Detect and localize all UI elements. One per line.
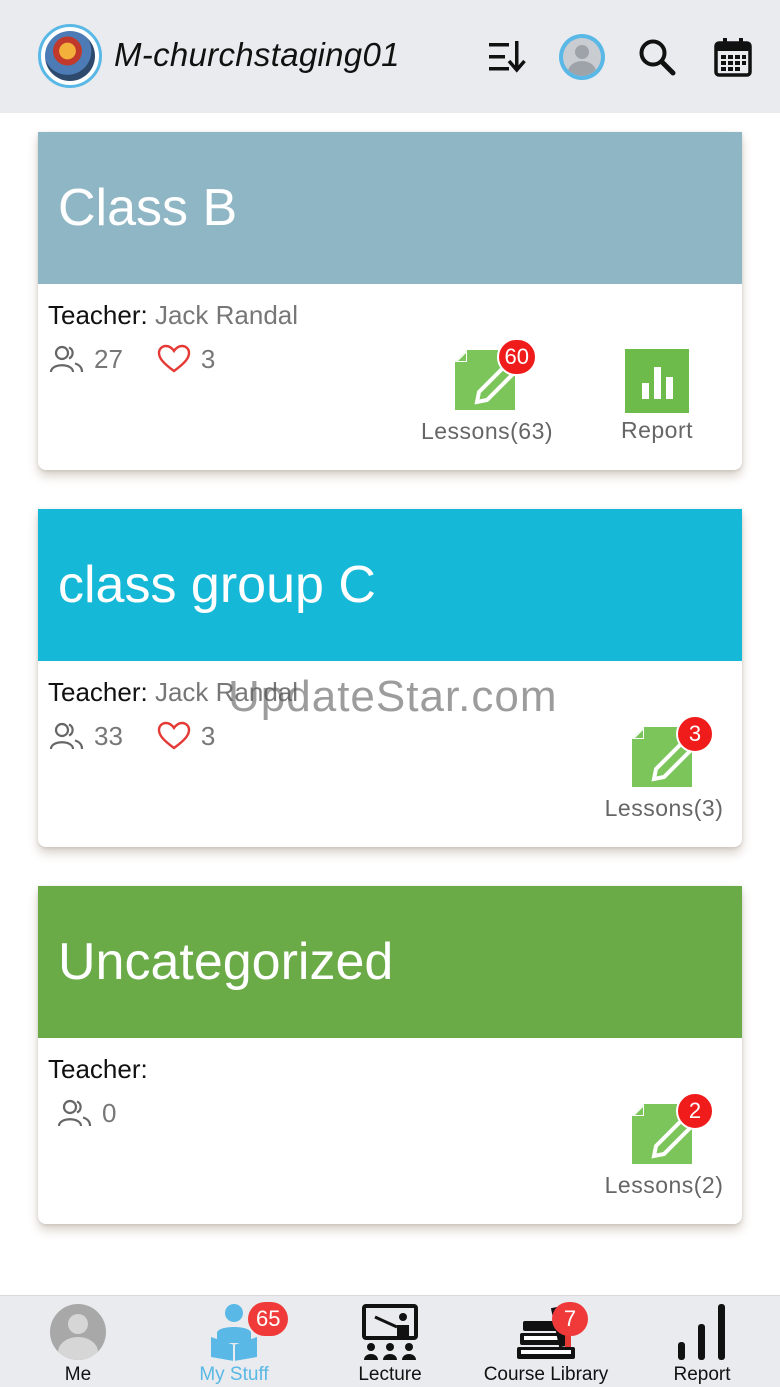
nav-item-my-stuff[interactable]: 65 My Stuff [156, 1296, 312, 1387]
bar-chart-icon [678, 1304, 725, 1360]
nav-icon-wrap: 65 [202, 1302, 289, 1362]
teacher-name: Jack Randal [154, 677, 299, 707]
members-icon [50, 344, 84, 374]
nav-badge: 65 [248, 1302, 289, 1336]
nav-label: Me [64, 1364, 92, 1385]
class-card-uncategorized[interactable]: Uncategorized Teacher: 0 2 Lessons(2) [38, 886, 742, 1224]
teacher-line: Teacher: Jack Randal [48, 677, 298, 708]
lessons-button[interactable]: 2 Lessons(2) [594, 1092, 734, 1199]
report-label: Report [620, 417, 694, 443]
lessons-label: Lessons(2) [604, 1172, 724, 1198]
nav-item-report[interactable]: Report [624, 1296, 780, 1387]
nav-icon-wrap: 7 [514, 1302, 588, 1362]
church-logo[interactable] [38, 24, 102, 88]
members-count: 0 [102, 1097, 117, 1128]
card-title: Class B [38, 132, 742, 284]
lessons-badge: 60 [496, 338, 537, 376]
top-header: M-churchstaging01 [0, 0, 780, 113]
class-card-class-b[interactable]: Class B Teacher: Jack Randal 27 3 60 Les… [38, 132, 742, 470]
nav-icon-wrap [670, 1302, 734, 1362]
avatar-face [563, 38, 601, 76]
lessons-icon-wrap: 2 [632, 1092, 714, 1168]
logo-image [45, 31, 95, 81]
likes-count: 3 [200, 343, 216, 374]
user-avatar[interactable] [559, 34, 605, 80]
nav-label: Report [673, 1364, 731, 1385]
nav-icon-wrap [358, 1302, 422, 1362]
nav-item-lecture[interactable]: Lecture [312, 1296, 468, 1387]
likes-count: 3 [200, 720, 216, 751]
members-count: 27 [94, 343, 123, 374]
card-title: Uncategorized [38, 886, 742, 1038]
nav-label: Lecture [358, 1364, 422, 1385]
card-stats: 27 3 [50, 342, 249, 376]
app-title: M-churchstaging01 [114, 36, 400, 73]
avatar [50, 1304, 106, 1360]
report-icon-wrap [625, 349, 689, 413]
nav-icon-wrap [46, 1302, 110, 1362]
lessons-badge: 2 [676, 1092, 714, 1130]
lessons-icon-wrap: 60 [455, 338, 537, 414]
card-stats: 0 [58, 1096, 150, 1130]
app-screen: M-churchstaging01 Class B Teacher: Jack … [0, 0, 780, 1387]
nav-item-me[interactable]: Me [0, 1296, 156, 1387]
teacher-name: Jack Randal [154, 300, 299, 330]
lessons-button[interactable]: 3 Lessons(3) [594, 715, 734, 822]
lecture-icon [362, 1304, 418, 1360]
card-stats: 33 3 [50, 719, 249, 753]
calendar-icon[interactable] [710, 34, 756, 80]
lessons-icon-wrap: 3 [632, 715, 714, 791]
members-icon [58, 1098, 92, 1128]
nav-item-course-library[interactable]: 7 Course Library [468, 1296, 624, 1387]
lessons-label: Lessons(3) [604, 795, 724, 821]
members-count: 33 [94, 720, 123, 751]
teacher-line: Teacher: [48, 1054, 148, 1085]
sort-icon[interactable] [484, 34, 530, 80]
teacher-label: Teacher: [48, 677, 148, 707]
teacher-label: Teacher: [48, 300, 148, 330]
card-title: class group C [38, 509, 742, 661]
members-icon [50, 721, 84, 751]
teacher-line: Teacher: Jack Randal [48, 300, 298, 331]
nav-label: Course Library [483, 1364, 609, 1385]
nav-label: My Stuff [199, 1364, 269, 1385]
teacher-label: Teacher: [48, 1054, 148, 1084]
report-button[interactable]: Report [587, 349, 727, 444]
class-card-class-group-c[interactable]: class group C Teacher: Jack Randal 33 3 … [38, 509, 742, 847]
search-icon[interactable] [634, 34, 680, 80]
lessons-label: Lessons(63) [420, 418, 554, 444]
lessons-button[interactable]: 60 Lessons(63) [417, 338, 557, 445]
heart-icon[interactable] [157, 721, 191, 751]
lessons-badge: 3 [676, 715, 714, 753]
heart-icon[interactable] [157, 344, 191, 374]
report-icon [625, 349, 689, 413]
bottom-nav: Me 65 My Stuff Lecture 7 Course Library … [0, 1295, 780, 1387]
nav-badge: 7 [552, 1302, 588, 1336]
